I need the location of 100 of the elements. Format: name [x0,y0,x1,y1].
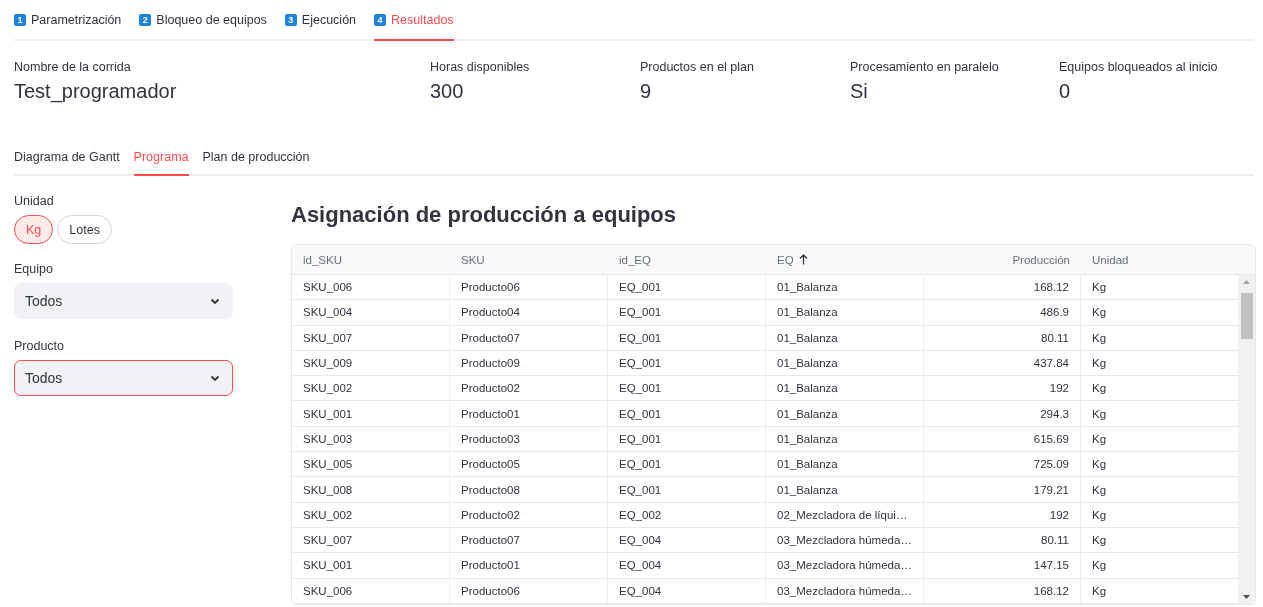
table-cell: 147.15 [924,553,1081,579]
field-label: Producto [14,339,66,353]
step-label: Resultados [391,12,454,27]
table-cell: Producto08 [450,477,608,503]
table-cell: Kg [1081,477,1239,503]
table-cell: SKU_004 [292,300,450,326]
step-number-badge: 2 [139,13,152,26]
column-header[interactable]: SKU [450,245,608,275]
table-cell: EQ_001 [608,350,766,377]
table-cell: EQ_001 [608,477,766,503]
table-cell: Producto06 [450,275,608,301]
table-cell: EQ_004 [608,578,766,604]
table-cell: EQ_001 [608,275,766,301]
table-cell: Producto03 [450,426,608,453]
scrollbar-thumb[interactable] [1241,293,1253,339]
table-cell: 168.12 [924,578,1081,604]
step-tab[interactable]: 1 Parametrización [14,0,122,41]
table-cell: Producto04 [450,300,608,326]
table-cell: SKU_006 [292,578,450,604]
table-cell: 80.11 [924,527,1081,554]
table-cell: Producto01 [450,553,608,579]
metric-label: Productos en el plan [640,60,755,74]
table-cell: Producto06 [450,578,608,604]
column-header[interactable]: id_SKU [292,245,450,275]
table-cell: EQ_001 [608,452,766,478]
tab[interactable]: Programa [133,140,189,176]
table-cell: 03_Mezcladora húmeda… [766,553,924,579]
table-cell: 192 [924,502,1081,528]
table-cell: SKU_001 [292,401,450,427]
step-number-badge: 1 [14,13,26,26]
step-number-badge: 4 [374,13,387,26]
step-label: Bloqueo de equipos [156,12,267,27]
table-cell: 03_Mezcladora húmeda… [766,527,924,554]
table-cell: Kg [1081,376,1239,402]
table-cell: Producto07 [450,325,608,351]
chevron-down-icon [210,297,220,305]
column-header[interactable]: Producción [924,245,1081,275]
unit-pill[interactable]: Lotes [57,215,112,244]
table-cell: 725.09 [924,452,1081,478]
table-cell: Kg [1081,300,1239,326]
table-cell: SKU_003 [292,426,450,453]
metric-value: Si [850,80,869,103]
table-cell: EQ_001 [608,300,766,326]
column-header[interactable]: EQ [766,245,924,275]
table-cell: Producto05 [450,452,608,478]
table-cell: Kg [1081,452,1239,478]
table-cell: Producto01 [450,401,608,427]
table-cell: Kg [1081,578,1239,604]
table-cell: 80.11 [924,325,1081,351]
scroll-up-icon [1243,280,1250,284]
table-cell: 01_Balanza [766,350,924,377]
table-cell: Producto07 [450,527,608,554]
unit-pill[interactable]: Kg [14,215,54,244]
table-cell: 01_Balanza [766,275,924,301]
table-cell: EQ_001 [608,376,766,402]
scrollbar[interactable] [1239,275,1255,604]
step-label: Parametrización [31,12,122,27]
table-cell: Kg [1081,527,1239,554]
table-cell: 01_Balanza [766,376,924,402]
table-cell: 03_Mezcladora húmeda… [766,578,924,604]
table-cell: 179.21 [924,477,1081,503]
table-cell: SKU_006 [292,275,450,301]
table-cell: SKU_008 [292,477,450,503]
table-cell: 615.69 [924,426,1081,453]
table-cell: SKU_002 [292,502,450,528]
step-tab[interactable]: 3 Ejecución [284,0,357,41]
table-cell: 294.3 [924,401,1081,427]
dropdown[interactable]: Todos [14,283,233,319]
table-cell: 01_Balanza [766,477,924,503]
table-cell: 01_Balanza [766,452,924,478]
table-cell: 01_Balanza [766,426,924,453]
table-cell: SKU_007 [292,325,450,351]
field-label: Equipo [14,262,54,276]
metric-value: 9 [640,80,653,103]
dropdown[interactable]: Todos [14,360,233,396]
column-header[interactable]: id_EQ [608,245,766,275]
table-cell: 02_Mezcladora de líqui… [766,502,924,528]
metric-value: 0 [1059,80,1072,103]
table-cell: Kg [1081,553,1239,579]
tab[interactable]: Diagrama de Gantt [14,140,120,176]
table-cell: Kg [1081,502,1239,528]
chevron-down-icon [210,374,220,382]
table-cell: Producto09 [450,350,608,377]
table-cell: Kg [1081,325,1239,351]
table-cell: EQ_004 [608,527,766,554]
table-cell: 01_Balanza [766,300,924,326]
table-title: Asignación de producción a equipos [291,202,678,228]
table-cell: SKU_002 [292,376,450,402]
metric-label: Nombre de la corrida [14,60,132,74]
table-cell: Producto02 [450,376,608,402]
table-cell: SKU_009 [292,350,450,377]
metric-value: 300 [430,80,465,103]
step-tab[interactable]: 4 Resultados [374,0,454,41]
tab[interactable]: Plan de producción [202,140,310,176]
table-cell: 486.9 [924,300,1081,326]
metric-value: Test_programador [14,80,178,103]
table-cell: Kg [1081,350,1239,377]
metric-label: Horas disponibles [430,60,531,74]
column-header[interactable]: Unidad [1081,245,1239,275]
step-tab[interactable]: 2 Bloqueo de equipos [139,0,267,41]
